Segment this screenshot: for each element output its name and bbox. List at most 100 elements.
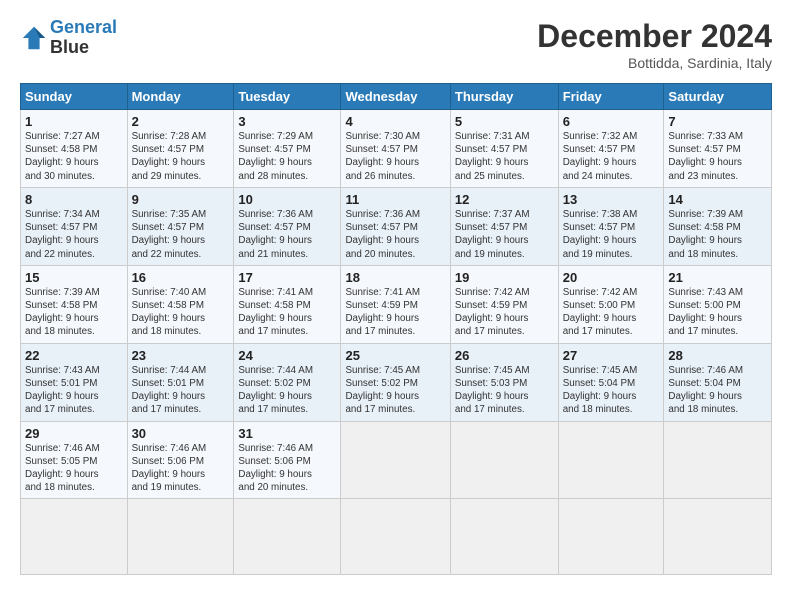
calendar-day-cell [664, 499, 772, 575]
day-detail: Sunrise: 7:46 AM Sunset: 5:06 PM Dayligh… [132, 442, 230, 495]
calendar-day-cell: 31Sunrise: 7:46 AM Sunset: 5:06 PM Dayli… [234, 421, 341, 499]
calendar-day-cell: 4Sunrise: 7:30 AM Sunset: 4:57 PM Daylig… [341, 110, 450, 188]
day-number: 28 [668, 348, 767, 363]
calendar-day-cell: 25Sunrise: 7:45 AM Sunset: 5:02 PM Dayli… [341, 343, 450, 421]
day-detail: Sunrise: 7:37 AM Sunset: 4:57 PM Dayligh… [455, 208, 554, 261]
calendar-day-cell [558, 499, 664, 575]
day-number: 14 [668, 192, 767, 207]
calendar-day-cell [21, 499, 128, 575]
day-number: 1 [25, 114, 123, 129]
day-number: 13 [563, 192, 660, 207]
calendar-day-cell: 1Sunrise: 7:27 AM Sunset: 4:58 PM Daylig… [21, 110, 128, 188]
calendar-day-cell: 11Sunrise: 7:36 AM Sunset: 4:57 PM Dayli… [341, 187, 450, 265]
day-number: 31 [238, 426, 336, 441]
calendar-day-cell: 22Sunrise: 7:43 AM Sunset: 5:01 PM Dayli… [21, 343, 128, 421]
day-detail: Sunrise: 7:45 AM Sunset: 5:03 PM Dayligh… [455, 364, 554, 417]
calendar-day-cell: 3Sunrise: 7:29 AM Sunset: 4:57 PM Daylig… [234, 110, 341, 188]
day-number: 27 [563, 348, 660, 363]
logo: General Blue [20, 18, 117, 58]
day-number: 5 [455, 114, 554, 129]
calendar-header-row: Sunday Monday Tuesday Wednesday Thursday… [21, 84, 772, 110]
day-detail: Sunrise: 7:42 AM Sunset: 4:59 PM Dayligh… [455, 286, 554, 339]
col-monday: Monday [127, 84, 234, 110]
calendar-day-cell [664, 421, 772, 499]
day-number: 15 [25, 270, 123, 285]
day-detail: Sunrise: 7:33 AM Sunset: 4:57 PM Dayligh… [668, 130, 767, 183]
day-detail: Sunrise: 7:46 AM Sunset: 5:05 PM Dayligh… [25, 442, 123, 495]
day-number: 24 [238, 348, 336, 363]
calendar-day-cell: 5Sunrise: 7:31 AM Sunset: 4:57 PM Daylig… [450, 110, 558, 188]
logo-line1: General [50, 17, 117, 37]
day-number: 11 [345, 192, 445, 207]
calendar-week-row: 15Sunrise: 7:39 AM Sunset: 4:58 PM Dayli… [21, 265, 772, 343]
calendar-day-cell: 16Sunrise: 7:40 AM Sunset: 4:58 PM Dayli… [127, 265, 234, 343]
day-detail: Sunrise: 7:46 AM Sunset: 5:06 PM Dayligh… [238, 442, 336, 495]
day-number: 12 [455, 192, 554, 207]
day-detail: Sunrise: 7:35 AM Sunset: 4:57 PM Dayligh… [132, 208, 230, 261]
calendar-week-row: 1Sunrise: 7:27 AM Sunset: 4:58 PM Daylig… [21, 110, 772, 188]
day-detail: Sunrise: 7:45 AM Sunset: 5:02 PM Dayligh… [345, 364, 445, 417]
day-detail: Sunrise: 7:29 AM Sunset: 4:57 PM Dayligh… [238, 130, 336, 183]
calendar-day-cell: 23Sunrise: 7:44 AM Sunset: 5:01 PM Dayli… [127, 343, 234, 421]
calendar-day-cell: 18Sunrise: 7:41 AM Sunset: 4:59 PM Dayli… [341, 265, 450, 343]
page-container: General Blue December 2024 Bottidda, Sar… [0, 0, 792, 585]
title-block: December 2024 Bottidda, Sardinia, Italy [537, 18, 772, 71]
calendar-day-cell: 30Sunrise: 7:46 AM Sunset: 5:06 PM Dayli… [127, 421, 234, 499]
day-number: 17 [238, 270, 336, 285]
day-number: 3 [238, 114, 336, 129]
day-detail: Sunrise: 7:31 AM Sunset: 4:57 PM Dayligh… [455, 130, 554, 183]
day-detail: Sunrise: 7:44 AM Sunset: 5:01 PM Dayligh… [132, 364, 230, 417]
calendar-day-cell: 17Sunrise: 7:41 AM Sunset: 4:58 PM Dayli… [234, 265, 341, 343]
day-detail: Sunrise: 7:44 AM Sunset: 5:02 PM Dayligh… [238, 364, 336, 417]
day-detail: Sunrise: 7:41 AM Sunset: 4:59 PM Dayligh… [345, 286, 445, 339]
logo-icon [20, 24, 48, 52]
calendar-day-cell: 10Sunrise: 7:36 AM Sunset: 4:57 PM Dayli… [234, 187, 341, 265]
day-number: 20 [563, 270, 660, 285]
day-number: 21 [668, 270, 767, 285]
calendar-week-row [21, 499, 772, 575]
col-thursday: Thursday [450, 84, 558, 110]
col-tuesday: Tuesday [234, 84, 341, 110]
day-number: 10 [238, 192, 336, 207]
day-detail: Sunrise: 7:36 AM Sunset: 4:57 PM Dayligh… [238, 208, 336, 261]
col-friday: Friday [558, 84, 664, 110]
calendar-day-cell [341, 421, 450, 499]
logo-text: General Blue [50, 18, 117, 58]
day-number: 2 [132, 114, 230, 129]
col-saturday: Saturday [664, 84, 772, 110]
day-number: 23 [132, 348, 230, 363]
calendar-title: December 2024 [537, 18, 772, 55]
calendar-day-cell: 19Sunrise: 7:42 AM Sunset: 4:59 PM Dayli… [450, 265, 558, 343]
day-number: 9 [132, 192, 230, 207]
day-detail: Sunrise: 7:42 AM Sunset: 5:00 PM Dayligh… [563, 286, 660, 339]
calendar-day-cell: 24Sunrise: 7:44 AM Sunset: 5:02 PM Dayli… [234, 343, 341, 421]
day-number: 26 [455, 348, 554, 363]
calendar-day-cell: 27Sunrise: 7:45 AM Sunset: 5:04 PM Dayli… [558, 343, 664, 421]
day-number: 22 [25, 348, 123, 363]
calendar-day-cell: 15Sunrise: 7:39 AM Sunset: 4:58 PM Dayli… [21, 265, 128, 343]
calendar-day-cell: 26Sunrise: 7:45 AM Sunset: 5:03 PM Dayli… [450, 343, 558, 421]
page-header: General Blue December 2024 Bottidda, Sar… [20, 18, 772, 71]
calendar-day-cell [341, 499, 450, 575]
calendar-day-cell [450, 421, 558, 499]
calendar-body: 1Sunrise: 7:27 AM Sunset: 4:58 PM Daylig… [21, 110, 772, 575]
calendar-day-cell: 28Sunrise: 7:46 AM Sunset: 5:04 PM Dayli… [664, 343, 772, 421]
day-number: 7 [668, 114, 767, 129]
calendar-day-cell: 20Sunrise: 7:42 AM Sunset: 5:00 PM Dayli… [558, 265, 664, 343]
day-detail: Sunrise: 7:32 AM Sunset: 4:57 PM Dayligh… [563, 130, 660, 183]
calendar-day-cell: 6Sunrise: 7:32 AM Sunset: 4:57 PM Daylig… [558, 110, 664, 188]
day-number: 16 [132, 270, 230, 285]
calendar-day-cell [558, 421, 664, 499]
day-detail: Sunrise: 7:34 AM Sunset: 4:57 PM Dayligh… [25, 208, 123, 261]
day-detail: Sunrise: 7:39 AM Sunset: 4:58 PM Dayligh… [668, 208, 767, 261]
logo-line2: Blue [50, 38, 117, 58]
calendar-day-cell: 14Sunrise: 7:39 AM Sunset: 4:58 PM Dayli… [664, 187, 772, 265]
day-number: 18 [345, 270, 445, 285]
day-detail: Sunrise: 7:30 AM Sunset: 4:57 PM Dayligh… [345, 130, 445, 183]
day-number: 8 [25, 192, 123, 207]
calendar-day-cell: 9Sunrise: 7:35 AM Sunset: 4:57 PM Daylig… [127, 187, 234, 265]
calendar-day-cell: 29Sunrise: 7:46 AM Sunset: 5:05 PM Dayli… [21, 421, 128, 499]
day-detail: Sunrise: 7:43 AM Sunset: 5:00 PM Dayligh… [668, 286, 767, 339]
day-detail: Sunrise: 7:27 AM Sunset: 4:58 PM Dayligh… [25, 130, 123, 183]
calendar-day-cell: 8Sunrise: 7:34 AM Sunset: 4:57 PM Daylig… [21, 187, 128, 265]
